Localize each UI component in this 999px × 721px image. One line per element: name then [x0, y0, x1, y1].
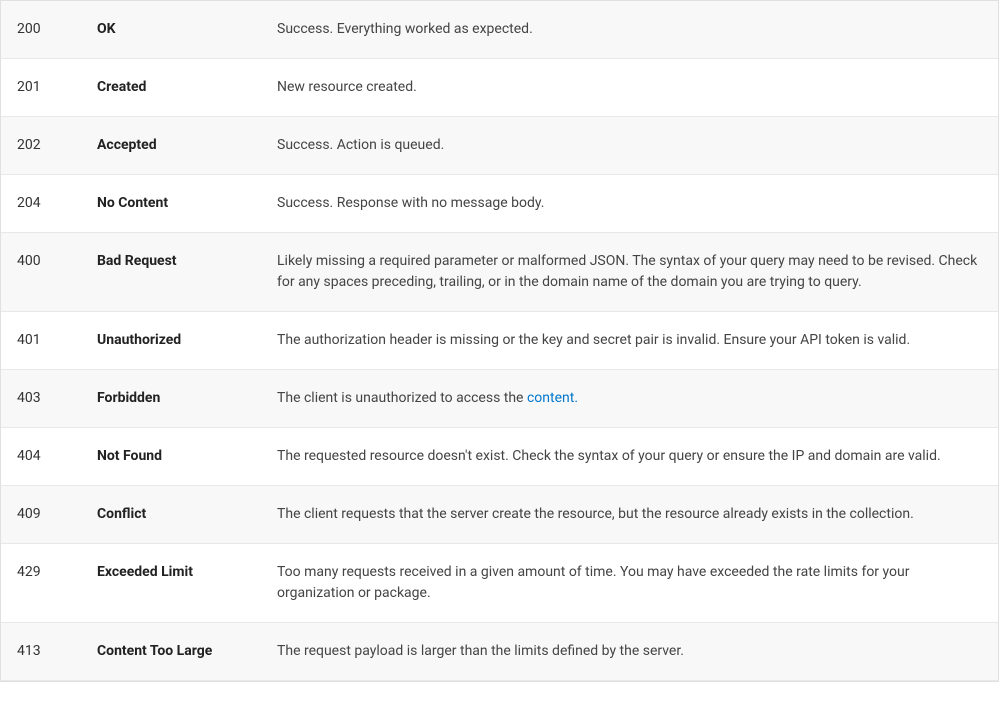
status-name: Bad Request	[97, 251, 277, 293]
table-row: 204No ContentSuccess. Response with no m…	[1, 175, 998, 233]
status-code: 413	[17, 641, 97, 662]
status-description: Success. Everything worked as expected.	[277, 19, 982, 40]
table-row: 401UnauthorizedThe authorization header …	[1, 312, 998, 370]
status-description: The request payload is larger than the l…	[277, 641, 982, 662]
status-code: 409	[17, 504, 97, 525]
status-code: 403	[17, 388, 97, 409]
status-description: Too many requests received in a given am…	[277, 562, 982, 604]
table-row: 202AcceptedSuccess. Action is queued.	[1, 117, 998, 175]
status-code: 202	[17, 135, 97, 156]
table-row: 429Exceeded LimitToo many requests recei…	[1, 544, 998, 623]
table-row: 403ForbiddenThe client is unauthorized t…	[1, 370, 998, 428]
status-description: Likely missing a required parameter or m…	[277, 251, 982, 293]
table-row: 409ConflictThe client requests that the …	[1, 486, 998, 544]
table-row: 413Content Too LargeThe request payload …	[1, 623, 998, 681]
status-code: 404	[17, 446, 97, 467]
status-name: Not Found	[97, 446, 277, 467]
status-description: The authorization header is missing or t…	[277, 330, 982, 351]
status-code: 429	[17, 562, 97, 604]
status-description: The client is unauthorized to access the…	[277, 388, 982, 409]
status-name: OK	[97, 19, 277, 40]
status-name: Content Too Large	[97, 641, 277, 662]
table-row: 201CreatedNew resource created.	[1, 59, 998, 117]
status-name: Forbidden	[97, 388, 277, 409]
status-code: 201	[17, 77, 97, 98]
status-description: The client requests that the server crea…	[277, 504, 982, 525]
status-codes-table: 200OKSuccess. Everything worked as expec…	[0, 0, 999, 682]
status-name: Unauthorized	[97, 330, 277, 351]
status-code: 401	[17, 330, 97, 351]
status-description: Success. Action is queued.	[277, 135, 982, 156]
status-name: Created	[97, 77, 277, 98]
status-name: Conflict	[97, 504, 277, 525]
status-code: 200	[17, 19, 97, 40]
status-code: 204	[17, 193, 97, 214]
status-description: Success. Response with no message body.	[277, 193, 982, 214]
status-description-link[interactable]: content.	[527, 390, 578, 406]
status-name: Exceeded Limit	[97, 562, 277, 604]
status-name: Accepted	[97, 135, 277, 156]
status-description: The requested resource doesn't exist. Ch…	[277, 446, 982, 467]
table-row: 404Not FoundThe requested resource doesn…	[1, 428, 998, 486]
status-name: No Content	[97, 193, 277, 214]
status-description: New resource created.	[277, 77, 982, 98]
table-row: 400Bad RequestLikely missing a required …	[1, 233, 998, 312]
status-code: 400	[17, 251, 97, 293]
table-row: 200OKSuccess. Everything worked as expec…	[1, 1, 998, 59]
